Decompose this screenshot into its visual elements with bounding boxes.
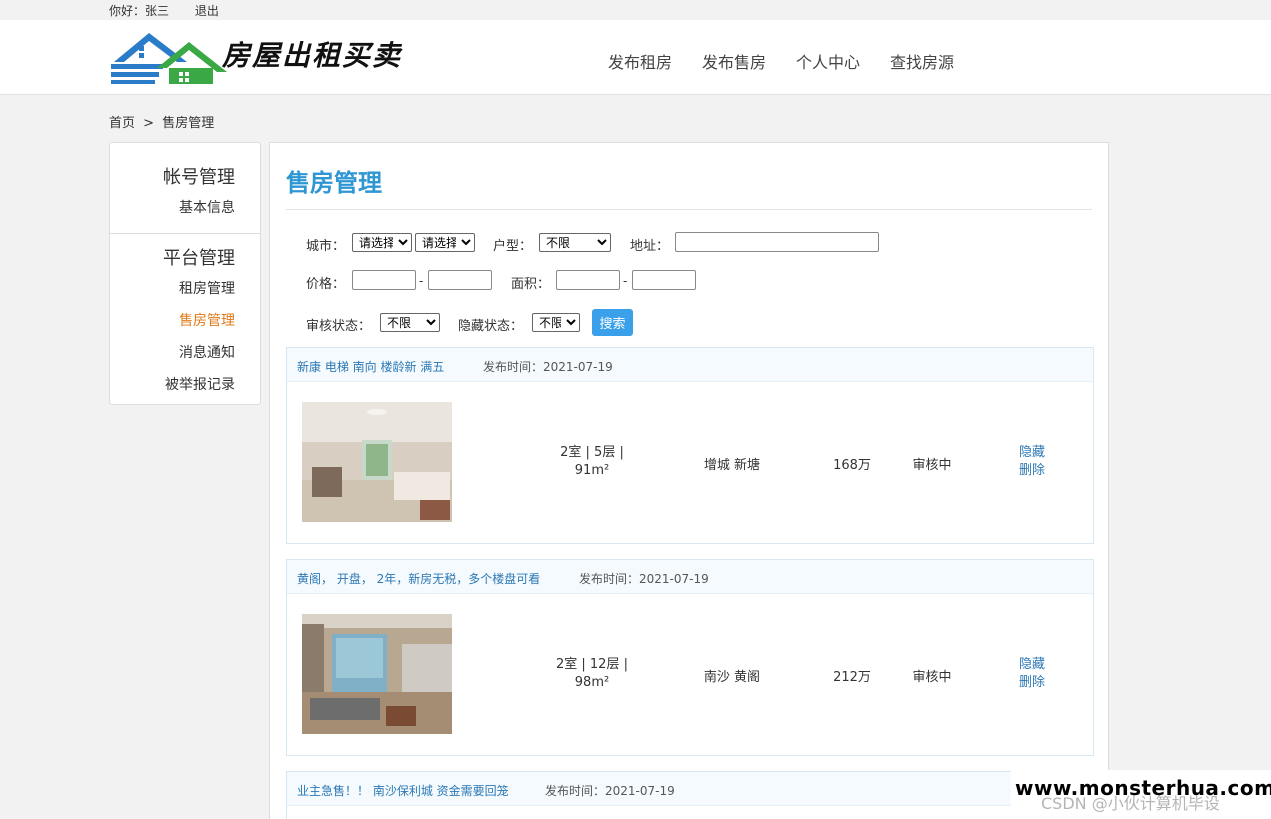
nav-publish-sale[interactable]: 发布售房	[702, 49, 766, 73]
audit-status-label: 审核状态：	[306, 319, 372, 334]
listing-specs-line2: 98m²	[574, 675, 610, 690]
breadcrumb-current: 售房管理	[162, 116, 215, 131]
main-nav: 发布租房 发布售房 个人中心 查找房源	[608, 49, 984, 73]
listing-header: 新康 电梯 南向 楼龄新 满五 发布时间：2021-07-19	[287, 348, 1093, 382]
nav-find-house[interactable]: 查找房源	[890, 49, 954, 73]
listing-date-label: 发布时间：	[579, 572, 640, 586]
username: 张三	[145, 4, 170, 18]
watermark: www.monsterhua.com CSDN @小伙计算机毕设	[1011, 770, 1271, 819]
hidden-status-label: 隐藏状态：	[458, 319, 524, 334]
listing-date: 发布时间：2021-07-19	[483, 358, 613, 375]
price-dash: -	[419, 274, 424, 288]
listing-card: 业主急售！！ 南沙保利城 资金需要回笼 发布时间：2021-07-19	[286, 771, 1094, 819]
listing-date: 发布时间：2021-07-19	[579, 570, 709, 587]
site-header: 房屋出租买卖 发布租房 发布售房 个人中心 查找房源	[0, 20, 1271, 95]
listing-photo[interactable]	[302, 614, 452, 734]
delete-link[interactable]: 删除	[1019, 674, 1045, 692]
listing-title[interactable]: 业主急售！！ 南沙保利城 资金需要回笼	[297, 782, 509, 799]
listing-card: 黄阁， 开盘， 2年，新房无税，多个楼盘可看 发布时间：2021-07-19 2…	[286, 559, 1094, 756]
hide-link[interactable]: 隐藏	[1019, 656, 1045, 674]
listing-date: 发布时间：2021-07-19	[545, 782, 675, 799]
listing-location: 南沙 黄阁	[703, 670, 761, 685]
listing-date-value: 2021-07-19	[605, 784, 675, 798]
search-button[interactable]: 搜索	[592, 309, 633, 336]
audit-status-select[interactable]: 不限	[380, 313, 440, 332]
sidebar-item-rent-manage[interactable]: 租房管理	[110, 278, 260, 298]
address-input[interactable]	[675, 232, 879, 252]
listing-specs-line1: 2室 | 12层 |	[556, 657, 628, 672]
delete-link[interactable]: 删除	[1019, 462, 1045, 480]
nav-user-center[interactable]: 个人中心	[796, 49, 860, 73]
address-label: 地址：	[630, 239, 670, 254]
house-logo-icon[interactable]	[109, 28, 239, 84]
breadcrumb: 首页 > 售房管理	[109, 112, 214, 131]
listing-specs-line2: 91m²	[574, 463, 610, 478]
listing-title[interactable]: 黄阁， 开盘， 2年，新房无税，多个楼盘可看	[297, 570, 540, 587]
sidebar-group-account: 帐号管理	[163, 167, 235, 188]
watermark-csdn: CSDN @小伙计算机毕设	[1041, 794, 1220, 813]
price-max-input[interactable]	[428, 270, 492, 290]
listing-title[interactable]: 新康 电梯 南向 楼龄新 满五	[297, 358, 444, 375]
district-select[interactable]: 请选择	[415, 233, 475, 252]
sidebar-item-sale-manage[interactable]: 售房管理	[110, 310, 260, 330]
area-min-input[interactable]	[556, 270, 620, 290]
listing-status: 审核中	[912, 670, 952, 685]
greeting-label: 你好：	[109, 4, 146, 18]
listing-actions: 隐藏 删除	[1019, 656, 1045, 692]
city-select[interactable]: 请选择	[352, 233, 412, 252]
listing-date-label: 发布时间：	[545, 784, 606, 798]
sidebar-item-notifications[interactable]: 消息通知	[110, 342, 260, 362]
nav-publish-rent[interactable]: 发布租房	[608, 49, 672, 73]
listing-date-value: 2021-07-19	[543, 360, 613, 374]
sidebar-item-report-records[interactable]: 被举报记录	[110, 374, 260, 394]
listing-card: 新康 电梯 南向 楼龄新 满五 发布时间：2021-07-19 2室 | 5层 …	[286, 347, 1094, 544]
greeting: 你好：张三	[109, 4, 169, 18]
listing-body: 2室 | 5层 | 91m² 增城 新塘 168万 审核中 隐藏 删除	[287, 382, 1093, 542]
breadcrumb-home[interactable]: 首页	[109, 116, 135, 131]
main-panel: 售房管理 城市： 请选择 请选择 户型： 不限 地址： 价格： - 面积： - …	[269, 142, 1109, 819]
listing-photo[interactable]	[302, 402, 452, 522]
listing-body: 2室 | 12层 | 98m² 南沙 黄阁 212万 审核中 隐藏 删除	[287, 594, 1093, 754]
area-label: 面积：	[511, 277, 551, 292]
logout-link[interactable]: 退出	[195, 4, 219, 18]
listing-status: 审核中	[912, 458, 952, 473]
listing-specs: 2室 | 5层 | 91m²	[537, 444, 647, 480]
price-label: 价格：	[306, 277, 346, 292]
listing-price: 168万	[833, 458, 871, 473]
site-title: 房屋出租买卖	[222, 39, 403, 72]
hidden-status-select[interactable]: 不限	[532, 313, 580, 332]
area-dash: -	[623, 274, 628, 288]
listing-header: 黄阁， 开盘， 2年，新房无税，多个楼盘可看 发布时间：2021-07-19	[287, 560, 1093, 594]
listing-date-label: 发布时间：	[483, 360, 544, 374]
listing-actions: 隐藏 删除	[1019, 444, 1045, 480]
sidebar-item-basic-info[interactable]: 基本信息	[110, 197, 260, 217]
hide-link[interactable]: 隐藏	[1019, 444, 1045, 462]
listing-specs-line1: 2室 | 5层 |	[560, 445, 624, 460]
sidebar-group-platform: 平台管理	[163, 248, 235, 269]
city-label: 城市：	[306, 239, 346, 254]
layout-label: 户型：	[493, 239, 533, 254]
layout-select[interactable]: 不限	[539, 233, 611, 252]
listing-location: 增城 新塘	[703, 458, 761, 473]
breadcrumb-separator: >	[143, 116, 155, 131]
listing-date-value: 2021-07-19	[639, 572, 709, 586]
page-title: 售房管理	[286, 169, 382, 197]
area-max-input[interactable]	[632, 270, 696, 290]
listing-specs: 2室 | 12层 | 98m²	[537, 656, 647, 692]
listing-header: 业主急售！！ 南沙保利城 资金需要回笼 发布时间：2021-07-19	[287, 772, 1093, 806]
top-bar: 你好：张三 退出	[0, 0, 1271, 20]
price-min-input[interactable]	[352, 270, 416, 290]
sidebar: 帐号管理 基本信息 平台管理 租房管理 售房管理 消息通知 被举报记录	[109, 142, 261, 405]
listing-price: 212万	[833, 670, 871, 685]
title-divider	[286, 209, 1092, 210]
